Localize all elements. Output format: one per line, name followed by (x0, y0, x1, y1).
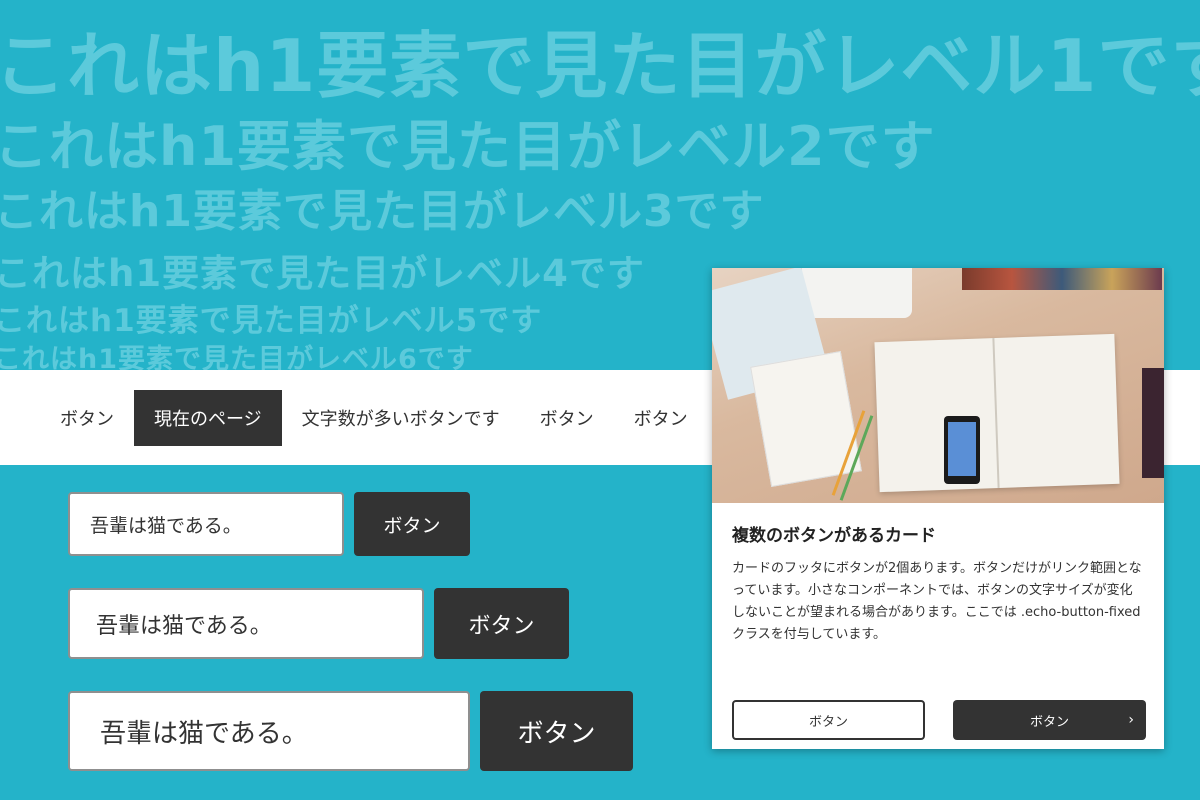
heading-level-1: これはh1要素で見た目がレベル1です (0, 24, 1200, 108)
form-row-large: ボタン (68, 691, 633, 771)
card-button-outline[interactable]: ボタン (732, 700, 925, 740)
chevron-right-icon: › (1128, 712, 1134, 728)
form-row-medium: ボタン (68, 588, 569, 659)
submit-button-large[interactable]: ボタン (480, 691, 633, 771)
nav-item-current-page[interactable]: 現在のページ (134, 389, 282, 446)
card-button-outline-label: ボタン (808, 714, 848, 730)
card-image (712, 268, 1164, 503)
card-body: 複数のボタンがあるカード カードのフッタにボタンが2個あります。ボタンだけがリン… (712, 503, 1164, 646)
heading-level-2: これはh1要素で見た目がレベル2です (0, 115, 936, 178)
card-button-filled-label: ボタン (1029, 714, 1069, 730)
nav-item-button[interactable]: ボタン (40, 390, 134, 446)
text-input-medium[interactable] (68, 588, 424, 659)
card-footer: ボタン ボタン › (732, 700, 1146, 740)
nav-item-long-button[interactable]: 文字数が多いボタンです (282, 390, 520, 446)
text-input-small[interactable] (68, 492, 344, 556)
card: 複数のボタンがあるカード カードのフッタにボタンが2個あります。ボタンだけがリン… (712, 268, 1164, 749)
submit-button-medium[interactable]: ボタン (434, 588, 569, 659)
heading-level-4: これはh1要素で見た目がレベル4です (0, 252, 645, 295)
card-text: カードのフッタにボタンが2個あります。ボタンだけがリンク範囲となっています。小さ… (732, 561, 1142, 642)
nav-item-button-2[interactable]: ボタン (520, 390, 614, 446)
heading-level-6: これはh1要素で見た目がレベル6です (0, 344, 474, 370)
nav-item-button-3[interactable]: ボタン (614, 390, 708, 446)
submit-button-small[interactable]: ボタン (354, 492, 470, 556)
heading-level-3: これはh1要素で見た目がレベル3です (0, 186, 765, 237)
card-button-filled[interactable]: ボタン › (953, 700, 1146, 740)
card-title: 複数のボタンがあるカード (732, 526, 936, 546)
form-row-small: ボタン (68, 492, 470, 556)
heading-level-5: これはh1要素で見た目がレベル5です (0, 303, 543, 339)
text-input-large[interactable] (68, 691, 470, 771)
